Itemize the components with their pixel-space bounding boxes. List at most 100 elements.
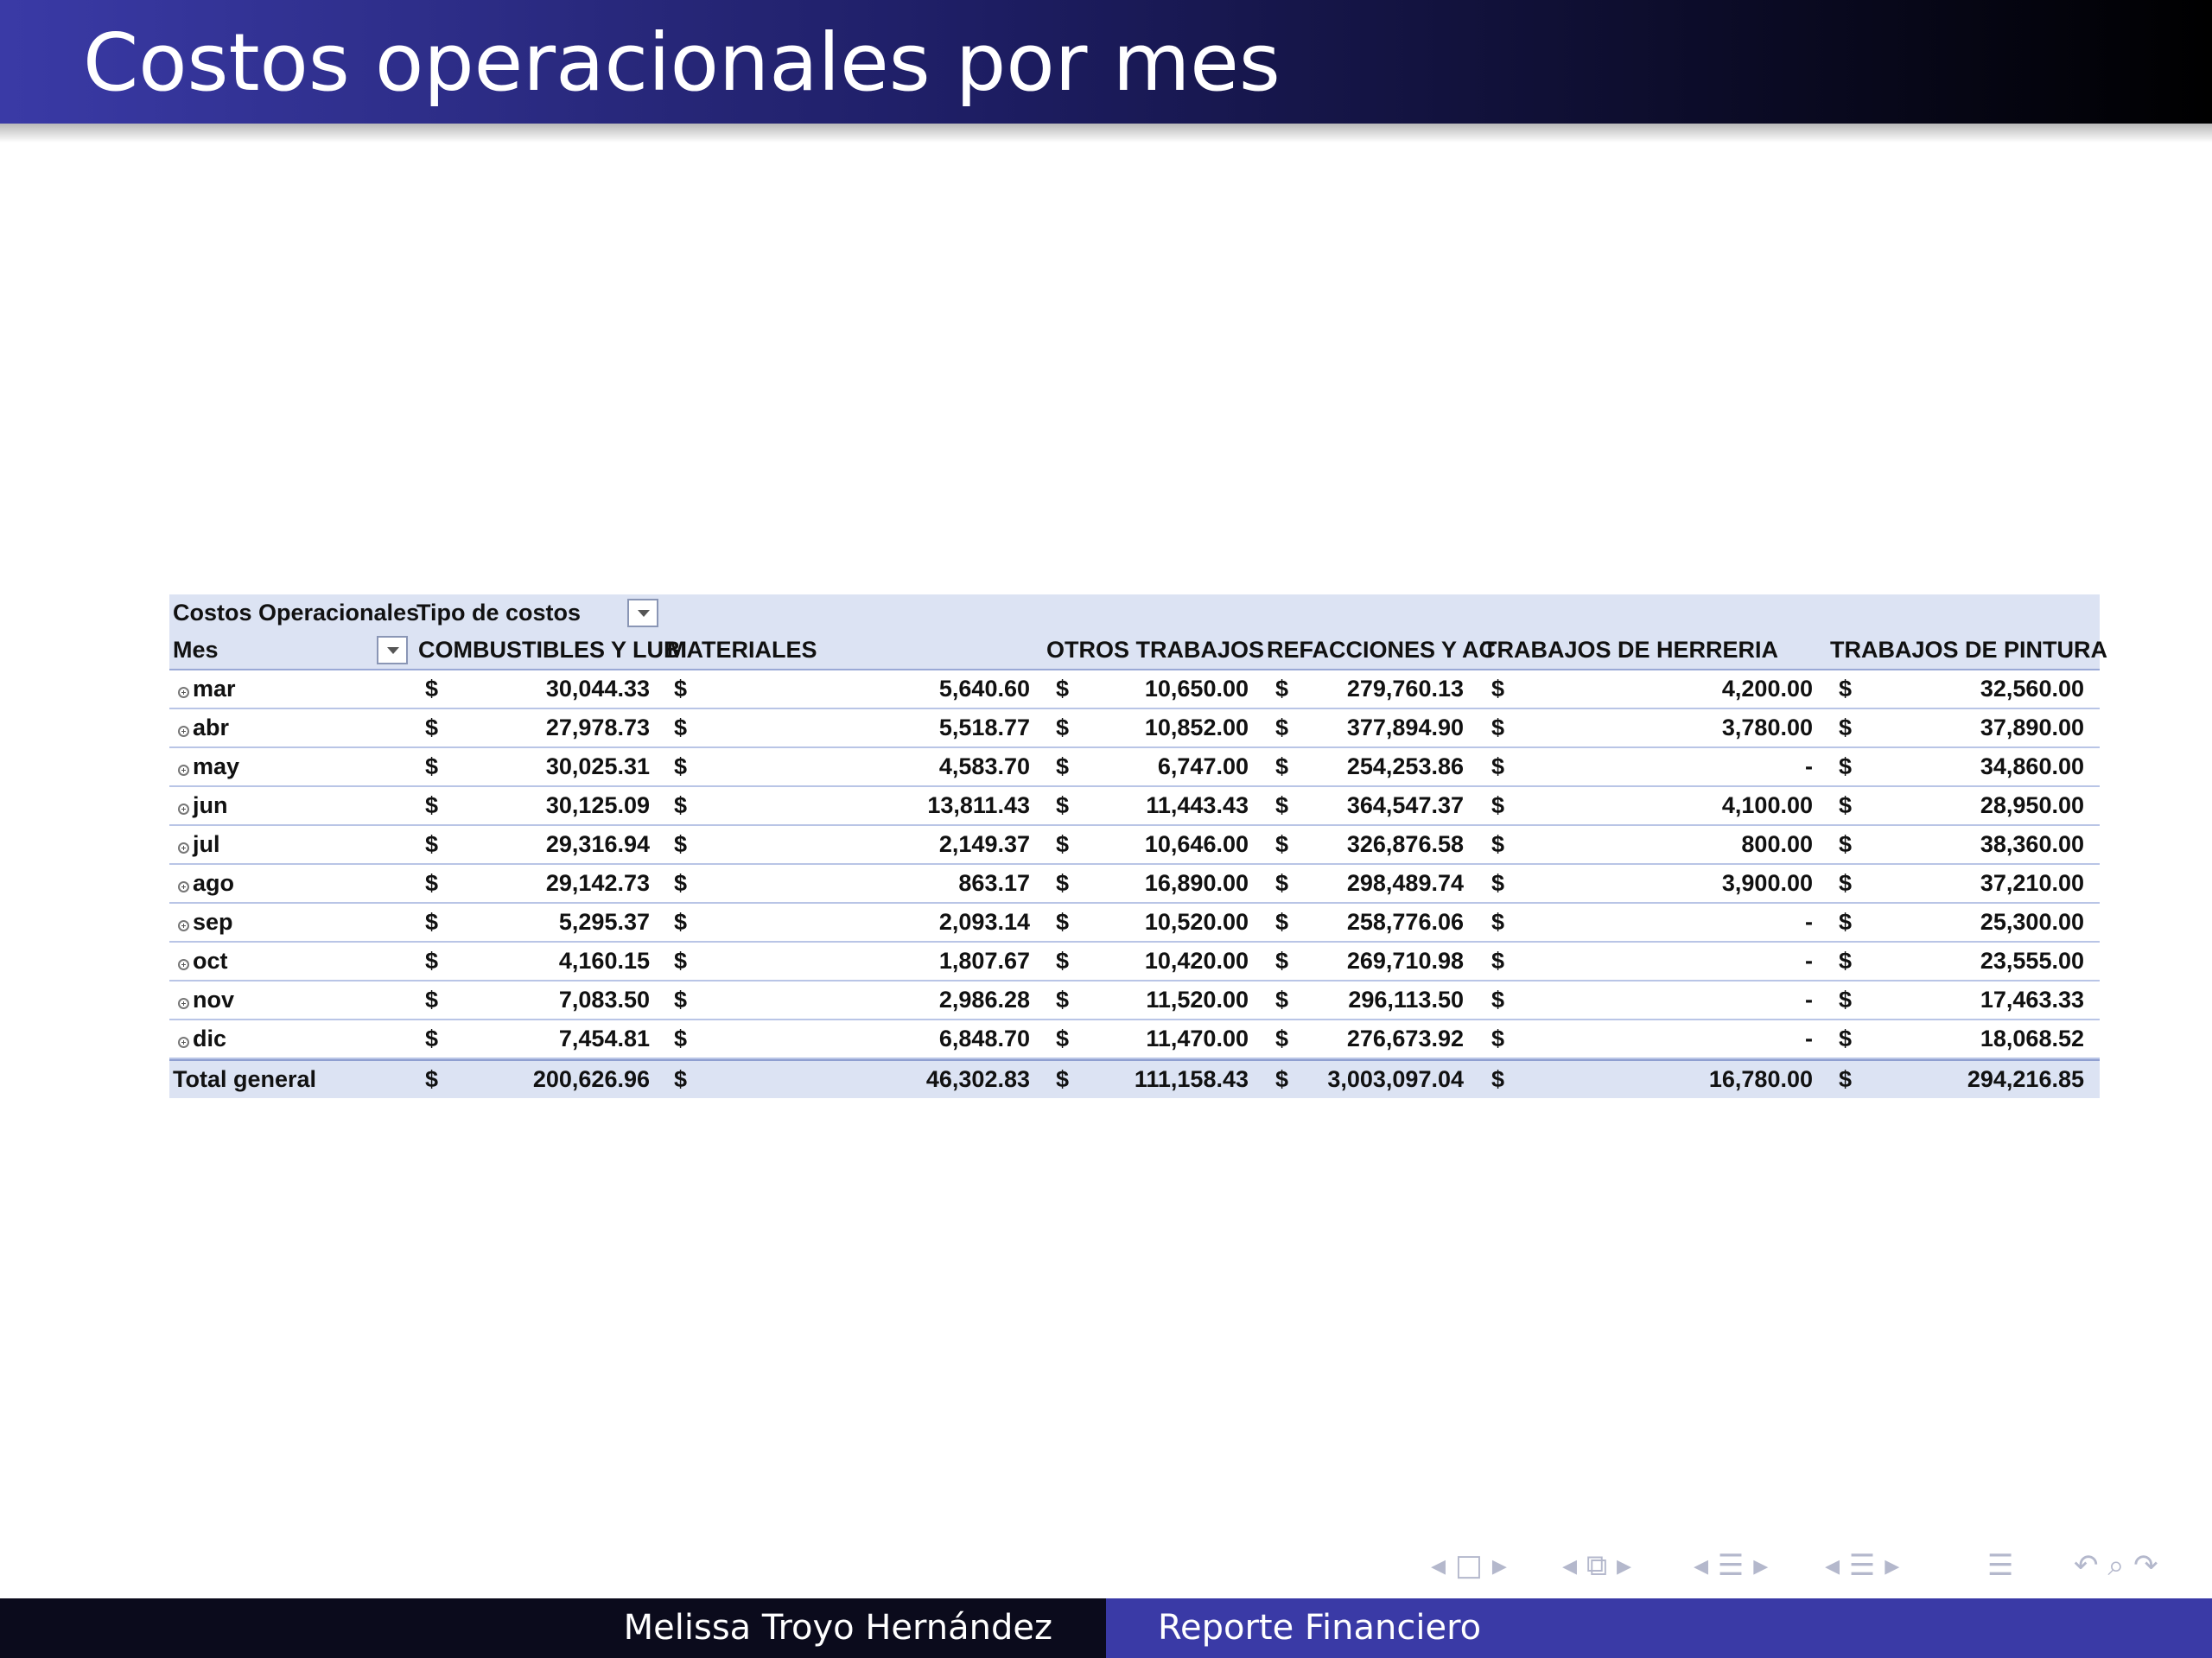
expand-icon[interactable] (178, 804, 189, 815)
expand-icon[interactable] (178, 920, 189, 931)
month-label[interactable]: jul (178, 826, 220, 863)
currency-symbol: $ (425, 715, 439, 740)
currency-symbol: $ (1491, 948, 1505, 974)
total-value: 111,158.43 (1134, 1066, 1249, 1092)
currency-symbol: $ (1056, 753, 1070, 779)
currency-symbol: $ (674, 715, 688, 740)
row-filter-dropdown[interactable] (377, 636, 408, 664)
cost-value: 6,747.00 (1157, 753, 1249, 779)
month-label[interactable]: jun (178, 787, 228, 824)
cost-value: 10,646.00 (1144, 831, 1249, 857)
column-header: REFACCIONES Y AC (1267, 637, 1497, 663)
currency-symbol: $ (1056, 676, 1070, 702)
cost-value: 10,420.00 (1144, 948, 1249, 974)
currency-symbol: $ (1275, 1026, 1289, 1051)
month-name: sep (193, 909, 233, 935)
currency-symbol: $ (1839, 1066, 1853, 1092)
back-icon[interactable]: ↶ (2074, 1548, 2099, 1583)
currency-symbol: $ (1491, 1026, 1505, 1051)
currency-symbol: $ (1275, 792, 1289, 818)
nav-slide-icon[interactable]: □ (1455, 1548, 1483, 1583)
currency-symbol: $ (425, 1026, 439, 1051)
currency-symbol: $ (1491, 792, 1505, 818)
nav-slide-prev-icon[interactable]: ◂ (1431, 1548, 1446, 1583)
cost-value: 4,160.15 (558, 948, 650, 974)
currency-symbol: $ (1056, 870, 1070, 896)
cost-value: 13,811.43 (927, 792, 1030, 818)
cost-value: 27,978.73 (545, 715, 650, 740)
cost-value: 2,093.14 (938, 909, 1030, 935)
currency-symbol: $ (1491, 987, 1505, 1013)
expand-icon[interactable] (178, 881, 189, 893)
nav-frame-next-icon[interactable]: ▸ (1617, 1548, 1631, 1583)
month-name: ago (193, 870, 235, 896)
currency-symbol: $ (1275, 948, 1289, 974)
month-label[interactable]: sep (178, 904, 233, 941)
expand-icon[interactable] (178, 687, 189, 698)
nav-frame-icon[interactable]: ⧉ (1586, 1548, 1607, 1583)
table-row: nov $7,083.50 $2,986.28 $11,520.00 $296,113.… (169, 981, 2100, 1020)
table-row: ago $29,142.73 $863.17 $16,890.00 $298,489.7… (169, 865, 2100, 904)
nav-toc-icon[interactable]: ☰ (1987, 1548, 2013, 1583)
month-label[interactable]: abr (178, 709, 229, 746)
expand-icon[interactable] (178, 998, 189, 1009)
cost-value: 2,986.28 (938, 987, 1030, 1013)
footer-title: Reporte Financiero (1158, 1608, 1482, 1648)
table-row: abr $27,978.73 $5,518.77 $10,852.00 $377,894… (169, 709, 2100, 748)
cost-value: 326,876.58 (1346, 831, 1464, 857)
expand-icon[interactable] (178, 1037, 189, 1048)
currency-symbol: $ (1839, 831, 1853, 857)
nav-section-next-icon[interactable]: ▸ (1885, 1548, 1899, 1583)
currency-symbol: $ (674, 831, 688, 857)
nav-subsection-next-icon[interactable]: ▸ (1753, 1548, 1768, 1583)
expand-icon[interactable] (178, 959, 189, 970)
expand-icon[interactable] (178, 726, 189, 737)
currency-symbol: $ (1491, 753, 1505, 779)
currency-symbol: $ (674, 1066, 688, 1092)
currency-symbol: $ (1056, 1026, 1070, 1051)
nav-section-group: ◂ ☰ ▸ (1825, 1547, 1899, 1585)
month-label[interactable]: ago (178, 865, 234, 902)
nav-subsection-prev-icon[interactable]: ◂ (1694, 1548, 1708, 1583)
month-label[interactable]: mar (178, 670, 236, 708)
cost-value: 18,068.52 (1980, 1026, 2084, 1051)
nav-frame-prev-icon[interactable]: ◂ (1562, 1548, 1577, 1583)
currency-symbol: $ (1491, 676, 1505, 702)
month-label[interactable]: nov (178, 981, 234, 1019)
currency-symbol: $ (674, 753, 688, 779)
month-label[interactable]: dic (178, 1020, 226, 1058)
month-name: jun (193, 792, 228, 818)
month-name: jul (193, 831, 220, 857)
month-label[interactable]: may (178, 748, 239, 785)
cost-value: 38,360.00 (1980, 831, 2084, 857)
nav-subsection-icon[interactable]: ☰ (1718, 1548, 1744, 1583)
currency-symbol: $ (425, 792, 439, 818)
nav-section-prev-icon[interactable]: ◂ (1825, 1548, 1840, 1583)
cost-value: 5,295.37 (558, 909, 650, 935)
currency-symbol: $ (1491, 870, 1505, 896)
column-header: MATERIALES (667, 637, 817, 663)
currency-symbol: $ (425, 987, 439, 1013)
table-row: oct $4,160.15 $1,807.67 $10,420.00 $269,710.… (169, 943, 2100, 981)
total-value: 294,216.85 (1967, 1066, 2084, 1092)
forward-icon[interactable]: ↷ (2133, 1548, 2158, 1583)
month-name: nov (193, 987, 235, 1013)
currency-symbol: $ (674, 676, 688, 702)
nav-subsection-group: ◂ ☰ ▸ (1694, 1547, 1768, 1585)
pivot-total-row: Total general $200,626.96 $46,302.83 $111,1… (169, 1059, 2100, 1098)
currency-symbol: $ (1056, 1066, 1070, 1092)
month-label[interactable]: oct (178, 943, 228, 980)
expand-icon[interactable] (178, 765, 189, 776)
nav-history-group: ↶ ⌕ ↷ (2074, 1547, 2158, 1585)
search-icon[interactable]: ⌕ (2107, 1548, 2124, 1583)
currency-symbol: $ (674, 870, 688, 896)
cost-value: - (1805, 753, 1813, 779)
expand-icon[interactable] (178, 842, 189, 854)
nav-section-icon[interactable]: ☰ (1849, 1548, 1875, 1583)
cost-value: 23,555.00 (1980, 948, 2084, 974)
cost-value: 29,142.73 (545, 870, 650, 896)
nav-slide-next-icon[interactable]: ▸ (1492, 1548, 1507, 1583)
column-filter-dropdown[interactable] (627, 599, 658, 627)
currency-symbol: $ (1056, 831, 1070, 857)
table-row: jul $29,316.94 $2,149.37 $10,646.00 $326,876… (169, 826, 2100, 865)
